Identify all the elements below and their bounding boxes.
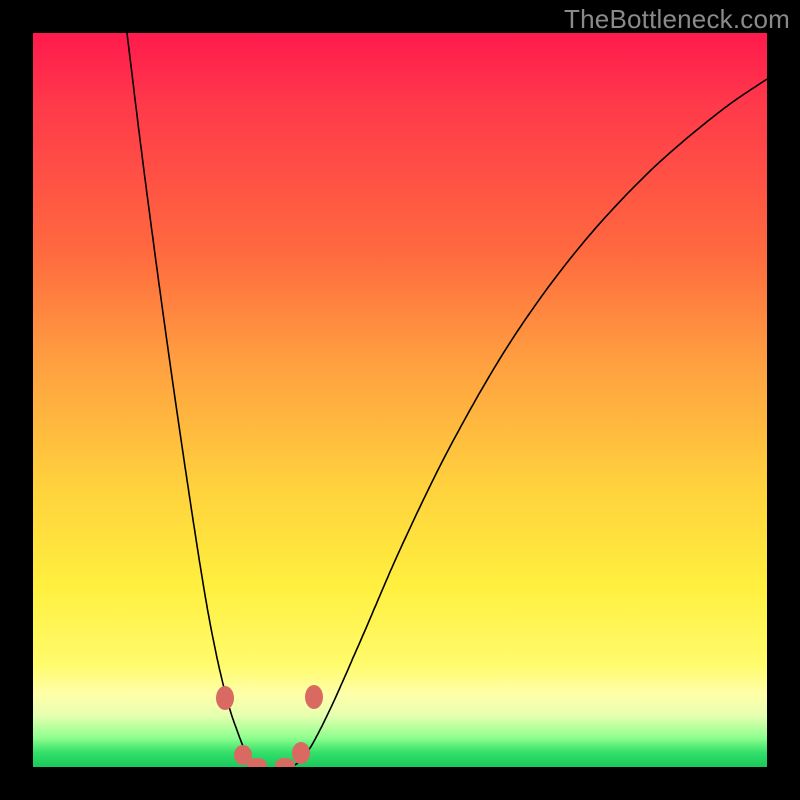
watermark-text: TheBottleneck.com	[564, 4, 790, 35]
curve-overlay	[33, 33, 767, 767]
bottleneck-marker	[305, 685, 323, 709]
bottleneck-markers	[216, 685, 323, 767]
bottleneck-marker	[292, 742, 310, 764]
chart-frame: TheBottleneck.com	[0, 0, 800, 800]
curve-right	[293, 79, 767, 766]
bottleneck-marker	[275, 758, 295, 767]
plot-area	[33, 33, 767, 767]
bottleneck-marker	[216, 686, 234, 710]
curve-left	[127, 33, 258, 766]
